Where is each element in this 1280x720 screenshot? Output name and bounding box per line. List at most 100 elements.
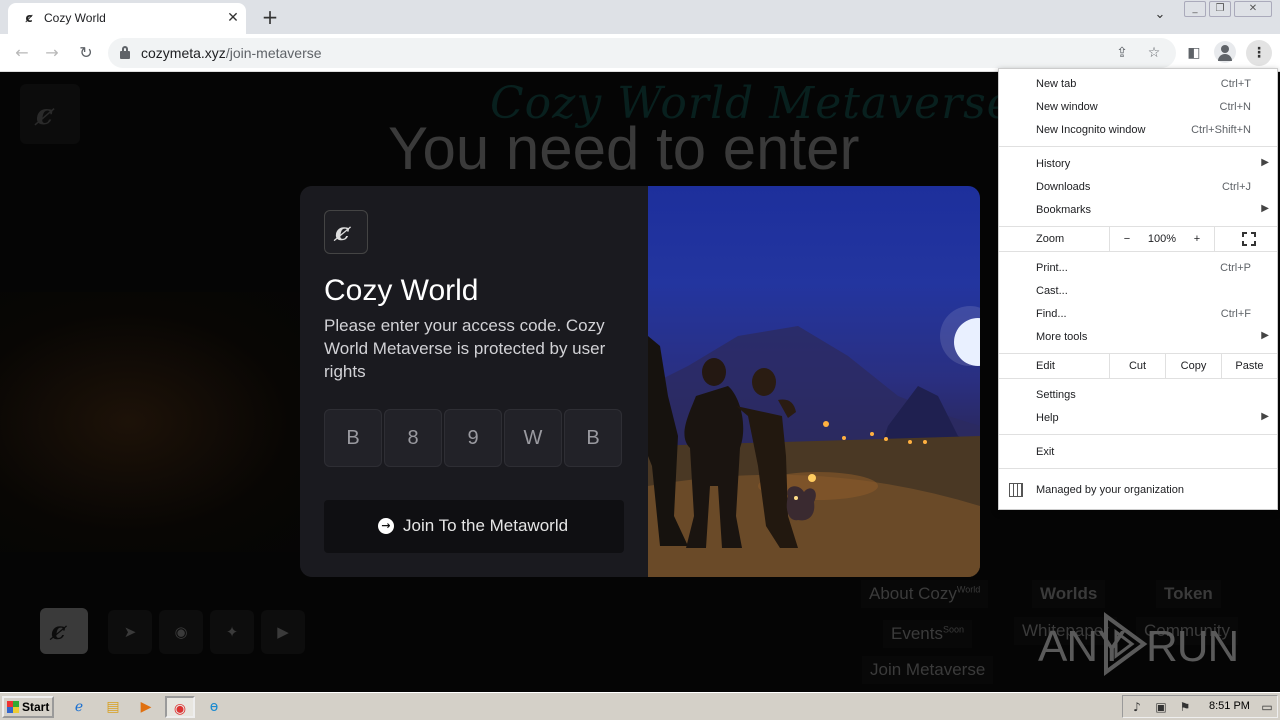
game-artwork-image [648,186,980,577]
url-text[interactable]: cozymeta.xyz/join-metaverse [141,45,322,61]
cozy-favicon-icon: ȼ [25,11,33,25]
volume-icon[interactable]: ♪ [1129,699,1145,715]
edit-label: Edit [1036,360,1055,372]
fullscreen-icon [1242,232,1256,246]
menu-edit-row: Edit Cut Copy Paste [999,354,1277,378]
browser-tab[interactable]: ȼ Cozy World ✕ [8,3,246,34]
menu-item-print[interactable]: Print... Ctrl+P [999,257,1277,279]
file-explorer-icon[interactable]: ▤ [100,696,126,718]
chrome-app-menu: New tab Ctrl+T New window Ctrl+N New Incog… [998,68,1278,510]
cozy-logo-icon: ȼ [51,616,66,645]
tab-close-icon[interactable]: ✕ [224,9,242,27]
arrow-circle-icon: → [378,518,394,534]
menu-item-exit[interactable]: Exit [999,441,1277,463]
zoom-in-button[interactable]: + [1180,227,1214,251]
access-code-modal: ȼ Cozy World Please enter your access co… [300,186,980,577]
discord-icon[interactable]: ◉ [159,610,203,654]
menu-item-history[interactable]: History ▶ [999,153,1277,175]
system-clock[interactable]: 8:51 PM [1209,700,1250,712]
cozy-logo-icon: ȼ [36,98,54,131]
system-tray: ♪ ▣ ⚑ 8:51 PM ▭ [1122,695,1278,718]
edge-icon[interactable]: ɵ [201,696,227,718]
chrome-taskbar-icon[interactable]: ◉ [165,696,195,718]
menu-item-bookmarks[interactable]: Bookmarks ▶ [999,199,1277,221]
submenu-arrow-icon: ▶ [1261,157,1269,168]
menu-separator [999,146,1277,147]
submenu-arrow-icon: ▶ [1261,411,1269,422]
address-bar[interactable]: cozymeta.xyz/join-metaverse ⇪ ☆ [108,38,1176,68]
telegram-icon[interactable]: ➤ [108,610,152,654]
modal-logo: ȼ [324,210,368,254]
menu-item-new-window[interactable]: New window Ctrl+N [999,96,1277,118]
footer-link-join-metaverse[interactable]: Join Metaverse [862,656,994,684]
start-button[interactable]: Start [2,696,54,718]
play-triangle-icon [1104,612,1148,676]
footer-link-worlds[interactable]: Worlds [1032,580,1106,608]
bookmark-star-icon[interactable]: ☆ [1145,44,1163,62]
share-icon[interactable]: ⇪ [1113,44,1131,62]
menu-separator [999,378,1277,379]
tab-strip: ȼ Cozy World ✕ + ⌄ _ ❐ ✕ [0,0,1280,34]
profile-avatar-icon[interactable] [1214,41,1236,63]
paste-button[interactable]: Paste [1221,354,1277,378]
internet-explorer-icon[interactable]: ℯ [66,696,92,718]
close-window-button[interactable]: ✕ [1234,1,1272,17]
menu-zoom-row: Zoom − 100% + [999,227,1277,251]
youtube-icon[interactable]: ▶ [261,610,305,654]
join-button-label: Join To the Metaworld [403,516,569,535]
reload-icon[interactable]: ↻ [75,42,97,64]
code-input-1[interactable]: B [324,409,382,467]
menu-item-cast[interactable]: Cast... [999,280,1277,302]
submenu-arrow-icon: ▶ [1261,330,1269,341]
anyrun-watermark: ANY RUN [1036,612,1239,676]
fullscreen-button[interactable] [1214,227,1277,251]
forward-arrow-icon[interactable]: → [41,42,63,64]
zoom-out-button[interactable]: − [1109,227,1144,251]
network-icon[interactable]: ▣ [1153,699,1169,715]
background-glow [0,292,320,552]
menu-item-new-incognito[interactable]: New Incognito window Ctrl+Shift+N [999,119,1277,141]
watermark-text-right: RUN [1146,622,1239,671]
menu-item-settings[interactable]: Settings [999,384,1277,406]
tab-search-chevron-icon[interactable]: ⌄ [1150,7,1170,27]
browser-toolbar: ← → ↻ cozymeta.xyz/join-metaverse ⇪ ☆ ◧ … [0,34,1280,72]
menu-item-downloads[interactable]: Downloads Ctrl+J [999,176,1277,198]
menu-item-help[interactable]: Help ▶ [999,407,1277,429]
modal-description: Please enter your access code. Cozy Worl… [324,316,606,381]
night-scene-illustration [648,306,980,577]
cut-button[interactable]: Cut [1109,354,1165,378]
lock-icon[interactable] [120,46,130,59]
zoom-level: 100% [1147,233,1177,245]
submenu-arrow-icon: ▶ [1261,203,1269,214]
tab-title: Cozy World [44,11,106,25]
menu-separator [999,468,1277,469]
footer-link-about[interactable]: About CozyWorld [861,580,989,608]
footer-link-events[interactable]: EventsSoon [883,620,973,648]
windows-taskbar: Start ℯ ▤ ▶ ◉ ɵ ♪ ▣ ⚑ 8:51 PM ▭ [0,692,1280,720]
back-arrow-icon[interactable]: ← [11,42,33,64]
media-player-icon[interactable]: ▶ [133,696,159,718]
copy-button[interactable]: Copy [1165,354,1221,378]
menu-item-managed[interactable]: Managed by your organization [999,479,1277,501]
menu-item-new-tab[interactable]: New tab Ctrl+T [999,73,1277,95]
cozy-logo-icon: ȼ [335,217,350,246]
footer-logo[interactable]: ȼ [40,608,88,654]
show-desktop-icon[interactable]: ▭ [1259,699,1275,715]
join-metaworld-button[interactable]: → Join To the Metaworld [324,500,624,553]
side-panel-icon[interactable]: ◧ [1183,42,1205,64]
code-input-5[interactable]: B [564,409,622,467]
twitter-icon[interactable]: ✦ [210,610,254,654]
code-input-2[interactable]: 8 [384,409,442,467]
new-tab-button[interactable]: + [258,5,282,29]
code-input-4[interactable]: W [504,409,562,467]
restore-window-button[interactable]: ❐ [1209,1,1231,17]
minimize-window-button[interactable]: _ [1184,1,1206,17]
menu-item-more-tools[interactable]: More tools ▶ [999,326,1277,348]
menu-item-find[interactable]: Find... Ctrl+F [999,303,1277,325]
footer-link-token[interactable]: Token [1156,580,1221,608]
chrome-menu-kebab-icon[interactable]: ⋮ [1246,40,1272,66]
code-input-3[interactable]: 9 [444,409,502,467]
action-center-flag-icon[interactable]: ⚑ [1177,699,1193,715]
modal-form-panel: ȼ Cozy World Please enter your access co… [300,186,648,577]
site-logo[interactable]: ȼ [20,84,80,144]
